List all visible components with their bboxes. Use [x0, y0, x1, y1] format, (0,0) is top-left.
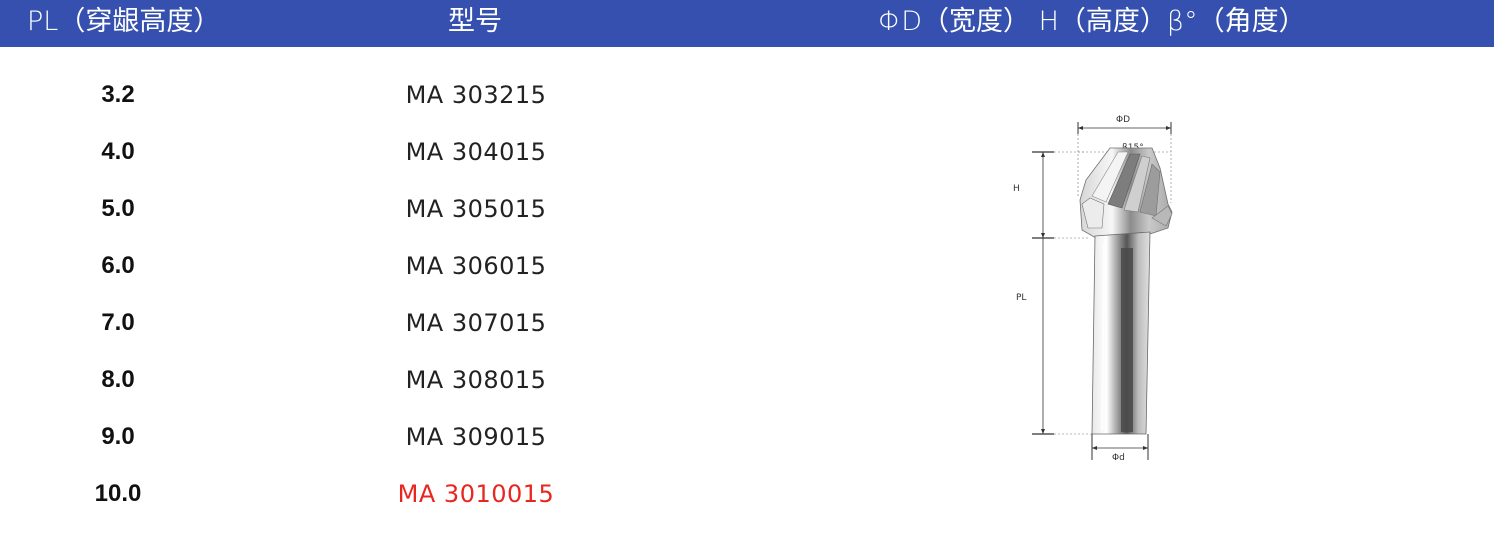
model-number: MA 305015 [405, 195, 547, 223]
pl-value: 5.0 [101, 195, 135, 222]
model-number: MA 308015 [405, 366, 547, 394]
shaft-diameter-label: Φd [1112, 453, 1125, 463]
pl-value: 10.0 [94, 480, 142, 507]
header-pl: PL（穿龈高度） [27, 6, 221, 37]
abutment-drawing-svg: ΦD H PL β15° [1013, 115, 1173, 463]
model-number: MA 307015 [405, 309, 547, 337]
pl-value: 6.0 [101, 252, 135, 279]
table-row: 7.0 MA 307015 [0, 308, 820, 338]
pl-value: 3.2 [101, 81, 135, 108]
table-header: PL（穿龈高度） 型号 ΦD（宽度） H（高度）β°（角度） [0, 0, 1494, 47]
model-number: MA 309015 [405, 423, 547, 451]
table-row: 4.0 MA 304015 [0, 137, 820, 167]
table-row: 10.0 MA 3010015 [0, 479, 820, 509]
diameter-label: ΦD [1116, 115, 1130, 125]
table-row: 9.0 MA 309015 [0, 422, 820, 452]
model-number: MA 303215 [405, 81, 547, 109]
table-row: 8.0 MA 308015 [0, 365, 820, 395]
abutment-technical-drawing: ΦD H PL β15° [1000, 108, 1200, 468]
model-number: MA 3010015 [397, 480, 555, 508]
model-number: MA 304015 [405, 138, 547, 166]
header-model: 型号 [448, 6, 502, 37]
table-row: 5.0 MA 305015 [0, 194, 820, 224]
pl-value: 9.0 [101, 423, 135, 450]
height-label: H [1013, 184, 1020, 194]
table-row: 6.0 MA 306015 [0, 251, 820, 281]
pl-value: 8.0 [101, 366, 135, 393]
header-dimensions: ΦD（宽度） H（高度）β°（角度） [878, 6, 1306, 37]
table-row: 3.2 MA 303215 [0, 80, 820, 110]
model-number: MA 306015 [405, 252, 547, 280]
pl-value: 7.0 [101, 309, 135, 336]
pl-value: 4.0 [101, 138, 135, 165]
pl-dimension-label: PL [1016, 293, 1026, 303]
